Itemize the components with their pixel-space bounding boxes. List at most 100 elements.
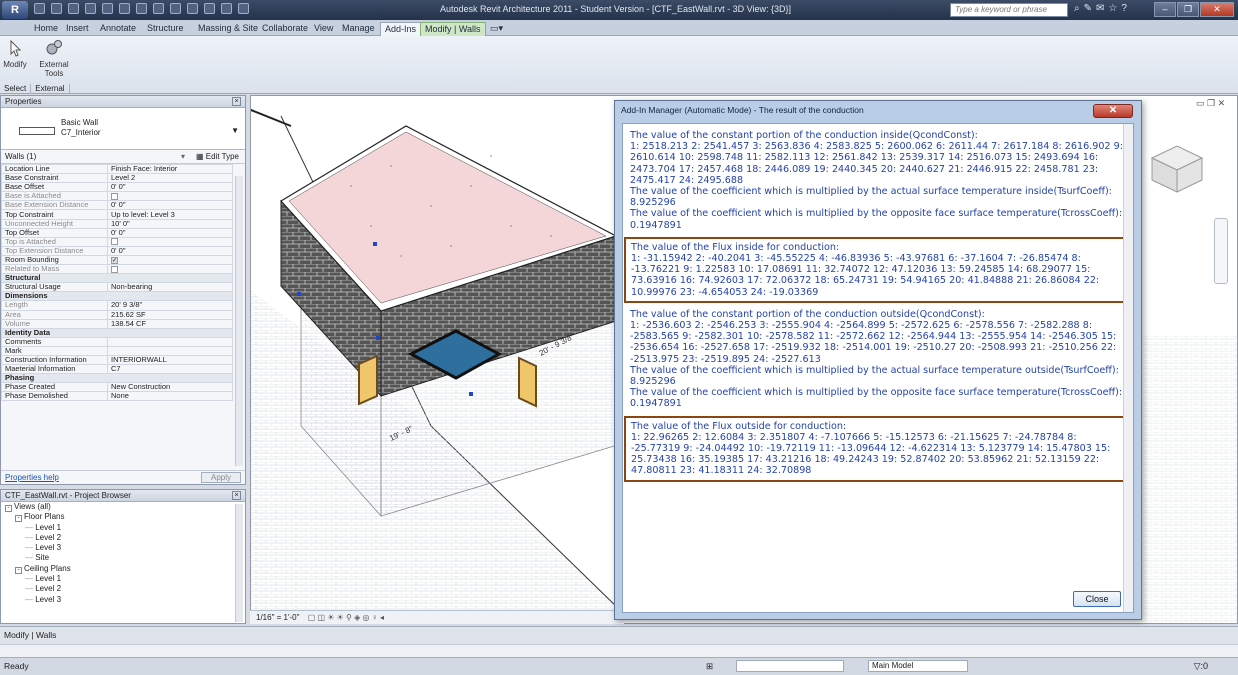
- browser-tree-item[interactable]: — Level 3: [1, 543, 245, 553]
- collapse-icon[interactable]: -: [15, 566, 22, 574]
- section-icon[interactable]: [187, 3, 198, 14]
- communication-icon[interactable]: ✉: [1096, 3, 1104, 14]
- collapse-icon[interactable]: -: [5, 505, 12, 512]
- minimize-button[interactable]: –: [1154, 2, 1176, 17]
- property-row[interactable]: Unconnected Height 10' 0": [1, 218, 233, 229]
- dialog-close-icon[interactable]: ✕: [1093, 104, 1133, 118]
- workset-select[interactable]: [736, 660, 844, 672]
- property-row[interactable]: Phase Demolished None: [1, 391, 233, 402]
- property-row[interactable]: Area 215.62 SF: [1, 309, 233, 320]
- view-controls-icons[interactable]: ▢ ◫ ☀ ☀ ⚲ ◈ ◎ ♀ ◂: [308, 613, 384, 622]
- subscription-icon[interactable]: ✎: [1084, 3, 1092, 14]
- tab-insert[interactable]: Insert: [62, 22, 93, 36]
- property-value[interactable]: C7: [107, 364, 233, 375]
- property-value[interactable]: [107, 345, 233, 356]
- property-row[interactable]: Base Constraint Level 2: [1, 173, 233, 184]
- tab-manage[interactable]: Manage: [338, 22, 379, 36]
- property-value[interactable]: 0' 0": [107, 227, 233, 238]
- tab-add-ins[interactable]: Add-Ins: [380, 22, 422, 36]
- property-row[interactable]: Maeterial Information C7: [1, 364, 233, 375]
- redo-icon[interactable]: [102, 3, 113, 14]
- property-row[interactable]: Room Bounding ✓: [1, 254, 233, 266]
- property-row[interactable]: Phase Created New Construction: [1, 382, 233, 393]
- close-window-button[interactable]: ✕: [1200, 2, 1234, 17]
- apply-button[interactable]: Apply: [201, 472, 241, 483]
- property-row[interactable]: Location Line Finish Face: Interior: [1, 163, 233, 175]
- property-value[interactable]: [107, 191, 233, 202]
- undo-icon[interactable]: [85, 3, 96, 14]
- property-value[interactable]: 20' 9 3/8": [107, 300, 233, 311]
- design-option-select[interactable]: Main Model: [868, 660, 968, 672]
- browser-tree-item[interactable]: - Ceiling Plans: [1, 564, 245, 574]
- close-hidden-icon[interactable]: [221, 3, 232, 14]
- help-icon[interactable]: ?: [1121, 3, 1127, 14]
- tab-annotate[interactable]: Annotate: [96, 22, 140, 36]
- tab-modify-walls[interactable]: Modify | Walls: [420, 22, 486, 36]
- type-selector[interactable]: Basic Wall C7_Interior ▼: [1, 108, 245, 150]
- ribbon-toggle-icon[interactable]: ▭▾: [486, 22, 507, 36]
- property-value[interactable]: [107, 264, 233, 275]
- 3d-view-icon[interactable]: [170, 3, 181, 14]
- measure-icon[interactable]: [119, 3, 130, 14]
- property-value[interactable]: [107, 336, 233, 347]
- text-icon[interactable]: [153, 3, 164, 14]
- panel-select-label[interactable]: Select: [0, 84, 32, 94]
- close-icon[interactable]: ×: [232, 97, 241, 106]
- property-row[interactable]: Length 20' 9 3/8": [1, 300, 233, 311]
- filter-icon[interactable]: ▽:0: [1194, 661, 1208, 672]
- property-row[interactable]: Construction Information INTERIORWALL: [1, 354, 233, 366]
- browser-tree-item[interactable]: — Level 2: [1, 584, 245, 594]
- chevron-down-icon[interactable]: ▼: [231, 126, 239, 135]
- instance-filter-label[interactable]: Walls (1): [5, 152, 36, 161]
- tab-view[interactable]: View: [310, 22, 337, 36]
- property-section[interactable]: Structural: [1, 273, 233, 284]
- property-value[interactable]: INTERIORWALL: [107, 354, 233, 366]
- property-value[interactable]: None: [107, 391, 233, 402]
- checkbox[interactable]: [111, 192, 118, 200]
- property-value[interactable]: 0' 0": [107, 245, 233, 256]
- property-value[interactable]: ✓: [107, 254, 233, 266]
- property-row[interactable]: Base Offset 0' 0": [1, 182, 233, 193]
- property-value[interactable]: 10' 0": [107, 218, 233, 229]
- property-row[interactable]: Structural Usage Non-bearing: [1, 282, 233, 293]
- browser-tree-item[interactable]: — Level 3: [1, 595, 245, 605]
- dialog-scrollbar[interactable]: [1123, 124, 1133, 612]
- property-row[interactable]: Related to Mass: [1, 264, 233, 275]
- tab-home[interactable]: Home: [30, 22, 62, 36]
- property-value[interactable]: Up to level: Level 3: [107, 209, 233, 220]
- browser-tree-item[interactable]: — Level 1: [1, 574, 245, 584]
- filter-dropdown-icon[interactable]: ▾: [181, 152, 185, 161]
- properties-scrollbar[interactable]: [235, 176, 243, 466]
- property-value[interactable]: New Construction: [107, 382, 233, 393]
- open-icon[interactable]: [34, 3, 45, 14]
- checkbox[interactable]: [111, 238, 118, 246]
- application-menu-button[interactable]: R: [2, 1, 28, 19]
- property-value[interactable]: [107, 236, 233, 247]
- property-value[interactable]: Non-bearing: [107, 282, 233, 293]
- restore-button[interactable]: ❐: [1177, 2, 1199, 17]
- modify-button[interactable]: Modify: [2, 38, 28, 69]
- property-value[interactable]: Finish Face: Interior: [107, 163, 233, 175]
- dimension-icon[interactable]: [136, 3, 147, 14]
- browser-tree-item[interactable]: — Site: [1, 553, 245, 563]
- view-scale[interactable]: 1/16" = 1'-0": [256, 613, 299, 622]
- property-row[interactable]: Base is Attached: [1, 191, 233, 202]
- checkbox[interactable]: [111, 265, 118, 273]
- property-row[interactable]: Top Constraint Up to level: Level 3: [1, 209, 233, 220]
- tab-massing-site[interactable]: Massing & Site: [194, 22, 262, 36]
- switch-windows-icon[interactable]: [238, 3, 249, 14]
- property-section[interactable]: Identity Data: [1, 327, 233, 338]
- property-value[interactable]: 138.54 CF: [107, 318, 233, 329]
- property-row[interactable]: Comments: [1, 336, 233, 347]
- save-icon[interactable]: [51, 3, 62, 14]
- worksets-icon[interactable]: ⊞: [706, 661, 713, 672]
- thin-lines-icon[interactable]: [204, 3, 215, 14]
- browser-tree-item[interactable]: — Level 1: [1, 523, 245, 533]
- view-window-controls[interactable]: ▭ ❐ ✕: [1196, 98, 1225, 109]
- tab-structure[interactable]: Structure: [143, 22, 188, 36]
- checkbox[interactable]: ✓: [111, 256, 118, 264]
- property-row[interactable]: Volume 138.54 CF: [1, 318, 233, 329]
- browser-tree-item[interactable]: - Floor Plans: [1, 512, 245, 523]
- property-section[interactable]: Phasing: [1, 373, 233, 384]
- external-tools-button[interactable]: External Tools: [34, 38, 74, 78]
